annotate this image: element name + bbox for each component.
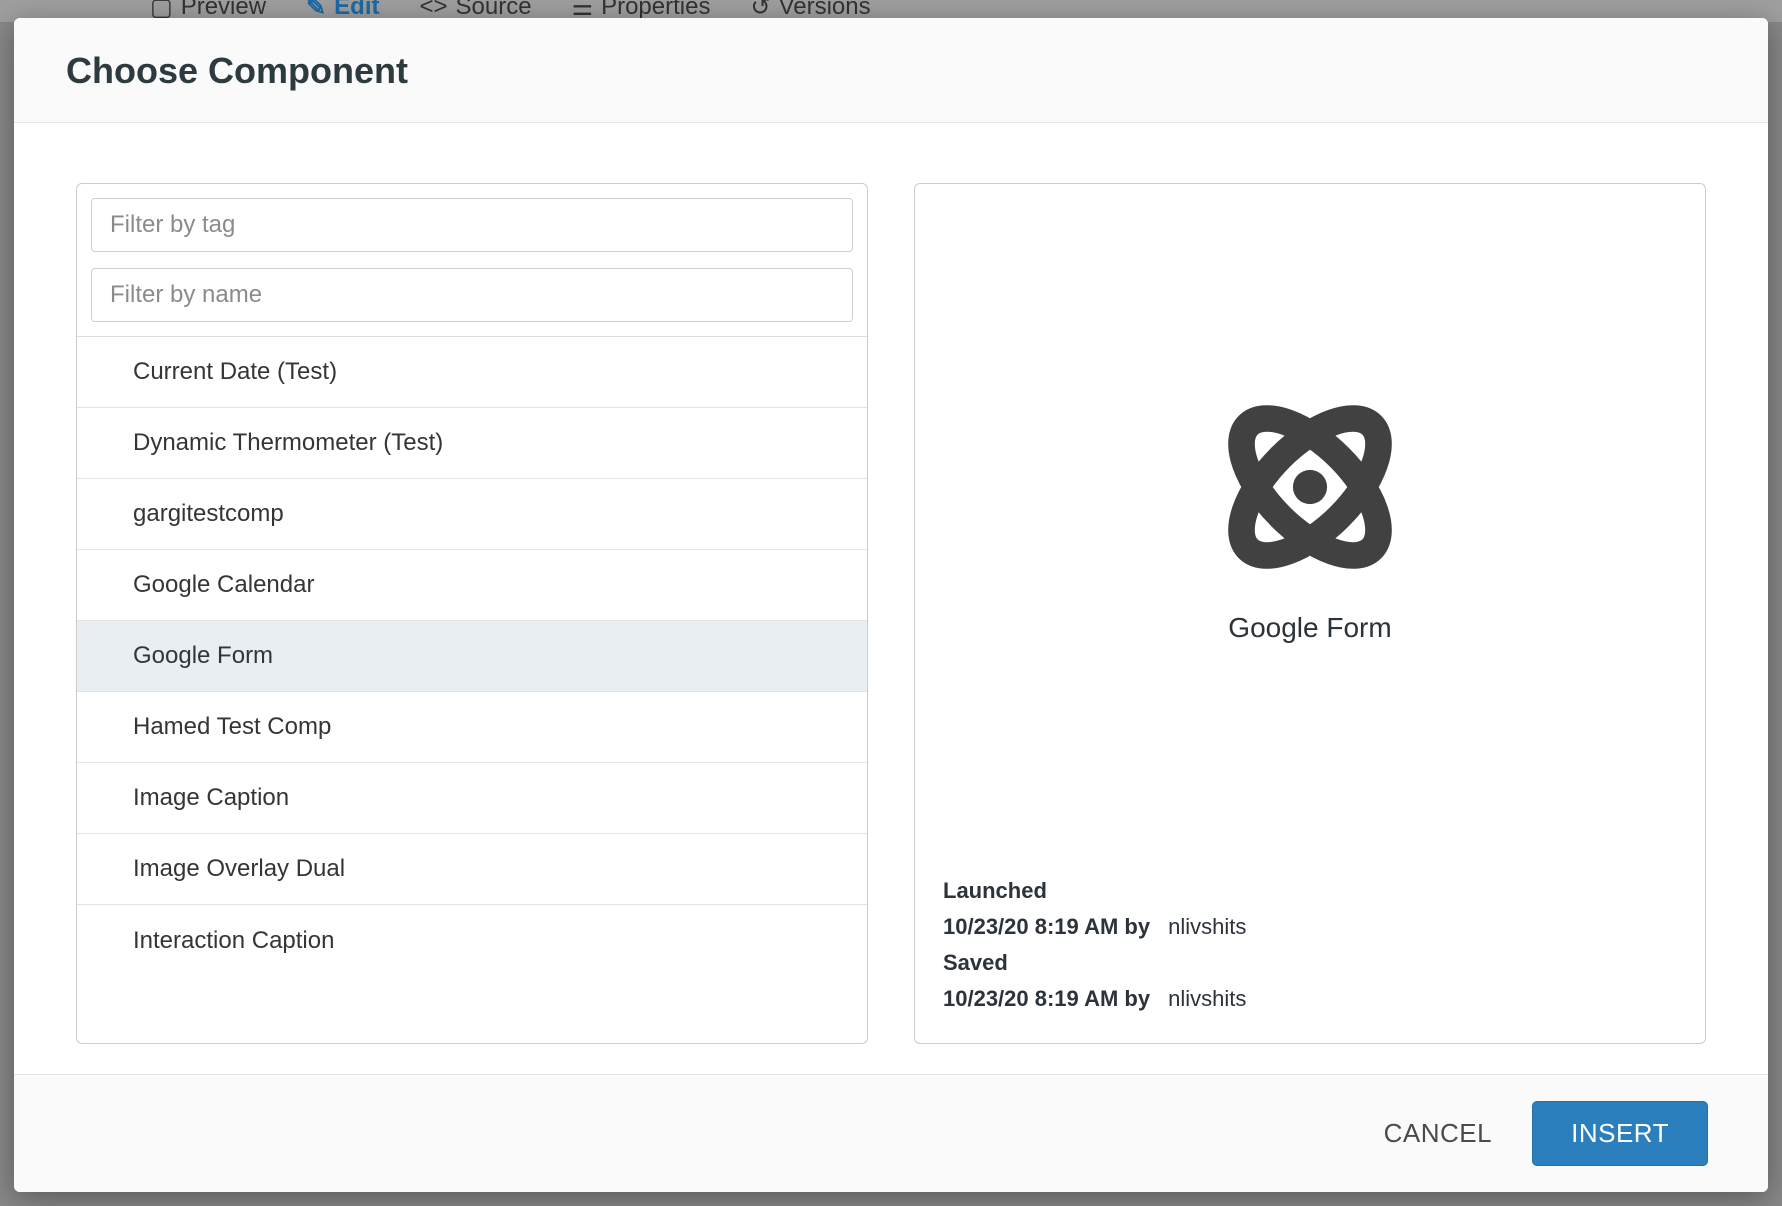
preview-area: Google Form <box>915 184 1705 851</box>
saved-label: Saved <box>943 945 1008 981</box>
modal-body: Current Date (Test) Dynamic Thermometer … <box>14 123 1768 1074</box>
choose-component-modal: Choose Component Current Date (Test) Dyn… <box>14 18 1768 1192</box>
preview-component-name: Google Form <box>1228 612 1391 644</box>
component-list-panel: Current Date (Test) Dynamic Thermometer … <box>76 183 868 1044</box>
saved-meta: 10/23/20 8:19 AM by <box>943 981 1150 1017</box>
list-item[interactable]: gargitestcomp <box>77 479 867 550</box>
list-item[interactable]: Google Calendar <box>77 550 867 621</box>
component-details: Launched 10/23/20 8:19 AM by nlivshits S… <box>915 851 1705 1043</box>
filter-by-name-input[interactable] <box>91 268 853 322</box>
launched-meta: 10/23/20 8:19 AM by <box>943 909 1150 945</box>
component-list[interactable]: Current Date (Test) Dynamic Thermometer … <box>77 336 867 1043</box>
atom-icon <box>1215 392 1405 582</box>
modal-footer: CANCEL INSERT <box>14 1074 1768 1192</box>
list-item[interactable]: Google Form <box>77 621 867 692</box>
list-item[interactable]: Hamed Test Comp <box>77 692 867 763</box>
list-item[interactable]: Image Caption <box>77 763 867 834</box>
saved-user: nlivshits <box>1168 981 1246 1017</box>
modal-title: Choose Component <box>66 50 1716 92</box>
insert-button[interactable]: INSERT <box>1532 1101 1708 1166</box>
launched-label: Launched <box>943 873 1047 909</box>
cancel-button[interactable]: CANCEL <box>1384 1118 1492 1149</box>
preview-panel: Google Form Launched 10/23/20 8:19 AM by… <box>914 183 1706 1044</box>
filter-area <box>77 184 867 336</box>
filter-by-tag-input[interactable] <box>91 198 853 252</box>
modal-header: Choose Component <box>14 18 1768 123</box>
launched-user: nlivshits <box>1168 909 1246 945</box>
list-item[interactable]: Image Overlay Dual <box>77 834 867 905</box>
list-item[interactable]: Interaction Caption <box>77 905 867 976</box>
list-item[interactable]: Current Date (Test) <box>77 337 867 408</box>
list-item[interactable]: Dynamic Thermometer (Test) <box>77 408 867 479</box>
